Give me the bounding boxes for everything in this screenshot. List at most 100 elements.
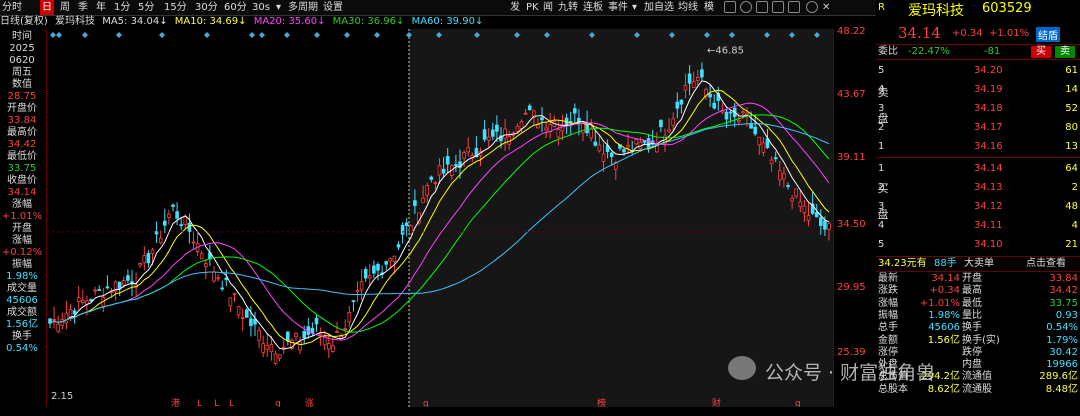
info-value: 28.75 (7, 91, 37, 102)
candle-body (167, 213, 171, 218)
kline-chart[interactable]: ←46.85 2.15 港 L L Lq 涨 q 榜 财 q (47, 29, 833, 407)
price-axis-tick: 43.67 (837, 89, 866, 100)
period-tab-5min[interactable]: 5分 (138, 0, 154, 15)
sell-button[interactable]: 卖 (1055, 46, 1075, 58)
buy-level-row[interactable]: 5 34.10 21 (876, 238, 1080, 252)
toolbar-news[interactable]: 闻 (543, 0, 553, 15)
candle-body (384, 261, 388, 265)
toolbar-fa[interactable]: 发 (510, 0, 520, 15)
add-watchlist-button[interactable]: 加自选 (644, 0, 674, 15)
layout-icon[interactable] (756, 1, 768, 13)
candle-body (691, 80, 696, 89)
candle-body (773, 157, 778, 160)
stat-label: 涨跌 (878, 285, 898, 297)
sell-level-row[interactable]: 2 34.17 80 (876, 121, 1080, 135)
period-tab-15min[interactable]: 15分 (164, 0, 187, 15)
period-tab-30s[interactable]: 30s (252, 0, 270, 15)
period-tab-fenshi[interactable]: 分时 (2, 0, 22, 15)
candle-body (741, 111, 745, 114)
candle-body (728, 111, 733, 114)
toolbar-jiuzhuan[interactable]: 九转 (558, 0, 578, 15)
grid-icon[interactable] (788, 1, 800, 13)
toolbar-pk[interactable]: PK (526, 0, 539, 15)
info-value: 周五 (12, 67, 32, 78)
sell-level-row[interactable]: 3 34.18 52 (876, 102, 1080, 116)
info-label: 成交量 (7, 283, 37, 294)
period-tab-week[interactable]: 周 (60, 0, 70, 15)
stat-label: 量比 (962, 309, 982, 321)
big-order-link[interactable]: 点击查看 (1026, 257, 1066, 271)
candle-body (724, 111, 729, 120)
period-tab-1min[interactable]: 1分 (114, 0, 130, 15)
candle-body (782, 173, 786, 180)
info-label: 涨幅 (12, 199, 32, 210)
draw-icon[interactable] (740, 1, 752, 13)
more-icon[interactable] (806, 1, 818, 13)
buy-level-row[interactable]: 1 34.14 64 (876, 162, 1080, 176)
candle-body (203, 263, 208, 267)
candle-body (827, 223, 831, 230)
weibi-label: 委比 (878, 46, 898, 57)
stat-value: 8.48亿 (1045, 383, 1078, 395)
price-axis-tick: 39.11 (837, 152, 866, 163)
candle-body (790, 198, 794, 202)
info-value: 33.75 (7, 163, 37, 174)
chevron-down-icon[interactable]: ▾ (632, 0, 637, 15)
tag-badge[interactable]: 结盾 (1036, 27, 1060, 42)
info-value: 1.98% (6, 271, 38, 282)
candle-body (503, 128, 507, 139)
period-tab-day[interactable]: 日 (40, 0, 54, 15)
candle-body (757, 136, 762, 146)
stat-value: 0.93 (1055, 309, 1078, 321)
candle-body (150, 249, 155, 254)
level-volume: 80 (1065, 122, 1078, 133)
candle-body (556, 129, 561, 138)
candle-body (441, 168, 446, 174)
close-icon[interactable]: ✕ (822, 0, 830, 15)
buy-button[interactable]: 买 (1031, 46, 1051, 58)
big-order-row[interactable]: 34.23元有 88手 大卖单 点击查看 (876, 256, 1080, 272)
candle-body (60, 318, 65, 326)
candle-body (814, 212, 819, 218)
candle-body (326, 343, 331, 350)
period-tab-30min[interactable]: 30分 (195, 0, 218, 15)
window-icon[interactable] (772, 1, 784, 13)
ma-settings-button[interactable]: 均线 (678, 0, 698, 15)
toolbar-events[interactable]: 事件 (608, 0, 628, 15)
multi-period-button[interactable]: 多周期 (288, 0, 318, 15)
stat-value: 289.6亿 (1039, 371, 1078, 383)
settings-button[interactable]: 设置 (323, 0, 343, 15)
candle-body (794, 188, 798, 197)
sell-level-row[interactable]: 5 34.20 61 (876, 64, 1080, 78)
overlay-icon[interactable] (724, 1, 736, 13)
stock-code: 603529 (982, 1, 1032, 16)
candle-body (81, 299, 85, 303)
template-button[interactable]: 模 (704, 0, 714, 15)
bottom-event-mark: L (229, 399, 234, 407)
toolbar-lianban[interactable]: 连板 (583, 0, 603, 15)
last-price: 34.14 (898, 24, 941, 42)
info-value: 34.14 (7, 187, 37, 198)
sell-level-row[interactable]: 1 34.16 13 (876, 140, 1080, 154)
candle-body (823, 220, 827, 230)
candle-body (97, 289, 101, 291)
info-label: 收盘价 (7, 175, 37, 186)
candle-body (261, 343, 266, 353)
buy-level-row[interactable]: 4 34.11 4 (876, 219, 1080, 233)
chevron-down-icon[interactable]: ▾ (276, 0, 281, 15)
candle-body (540, 117, 544, 121)
buy-level-row[interactable]: 2 34.13 2 (876, 181, 1080, 195)
stock-name-label: 爱玛科技 (55, 16, 95, 27)
candle-body (244, 309, 249, 318)
sell-level-row[interactable]: 4 34.19 14 (876, 83, 1080, 97)
stat-value: 45606 (928, 322, 960, 334)
info-label: 时间 (12, 31, 32, 42)
candle-body (363, 268, 368, 279)
candle-body (819, 217, 823, 226)
period-tab-season[interactable]: 季 (78, 0, 88, 15)
buy-level-row[interactable]: 3 34.12 48 (876, 200, 1080, 214)
candle-body (273, 353, 278, 364)
period-tab-60min[interactable]: 60分 (224, 0, 247, 15)
stat-value: 33.75 (1049, 297, 1078, 309)
period-tab-year[interactable]: 年 (96, 0, 106, 15)
